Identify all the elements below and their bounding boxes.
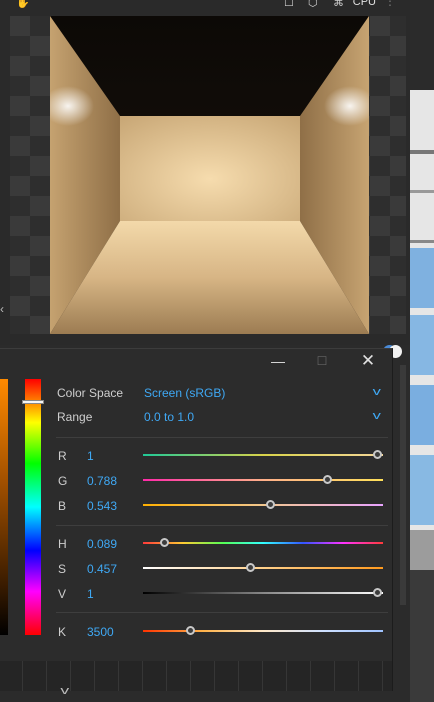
close-button[interactable]: ✕ bbox=[346, 349, 390, 373]
slider-knob-g[interactable] bbox=[323, 475, 333, 484]
channel-value-r[interactable]: 1 bbox=[87, 449, 94, 463]
teapot-icon[interactable]: ⬡ bbox=[308, 0, 318, 9]
chevron-down-icon[interactable]: v bbox=[373, 410, 381, 422]
panel-titlebar[interactable]: — ☐ ✕ bbox=[0, 349, 392, 373]
viewport-toolbar: ✋ ☐ ⬡ ⌘ CPU ⋮ bbox=[0, 0, 410, 16]
channel-label-r: R bbox=[58, 449, 67, 463]
slider-knob-s[interactable] bbox=[245, 563, 255, 572]
background-window bbox=[410, 90, 434, 702]
channel-label-b: B bbox=[58, 499, 67, 513]
slider-k[interactable] bbox=[143, 626, 383, 635]
hue-handle[interactable] bbox=[22, 399, 44, 404]
slider-knob-h[interactable] bbox=[159, 538, 169, 547]
slider-s[interactable] bbox=[143, 563, 383, 572]
color-space-label: Color Space bbox=[57, 386, 124, 400]
range-label: Range bbox=[57, 410, 93, 424]
slider-h[interactable] bbox=[143, 538, 383, 547]
more-icon[interactable]: ⋮ bbox=[384, 0, 396, 8]
square-icon[interactable]: ☐ bbox=[284, 0, 294, 9]
channel-label-g: G bbox=[58, 474, 68, 488]
hue-strip[interactable] bbox=[25, 379, 41, 635]
slider-b[interactable] bbox=[143, 500, 383, 509]
saturation-value-area[interactable] bbox=[0, 379, 8, 635]
channel-label-h: H bbox=[58, 537, 67, 551]
slider-knob-b[interactable] bbox=[266, 500, 276, 509]
range-dropdown[interactable]: 0.0 to 1.0 bbox=[144, 410, 194, 424]
channel-value-g[interactable]: 0.788 bbox=[87, 474, 117, 488]
slider-r[interactable] bbox=[143, 450, 383, 459]
slider-knob-v[interactable] bbox=[373, 588, 382, 597]
channel-value-v[interactable]: 1 bbox=[87, 587, 94, 601]
hand-icon[interactable]: ✋ bbox=[16, 0, 30, 9]
divider bbox=[56, 525, 388, 526]
channel-label-v: V bbox=[58, 587, 67, 601]
chevron-down-icon[interactable]: v bbox=[373, 386, 381, 398]
render-image bbox=[50, 16, 369, 334]
channel-label-s: S bbox=[58, 562, 67, 576]
chevron-down-icon[interactable]: v bbox=[60, 685, 69, 697]
render-device-label[interactable]: CPU bbox=[353, 0, 376, 8]
divider bbox=[56, 437, 388, 438]
channel-value-b[interactable]: 0.543 bbox=[87, 499, 117, 513]
render-mode-icon[interactable]: ⌘ bbox=[333, 0, 344, 9]
minimize-button[interactable]: — bbox=[256, 349, 300, 373]
slider-knob-k[interactable] bbox=[185, 626, 195, 635]
collapse-left-icon[interactable]: ‹ bbox=[0, 302, 4, 316]
channel-value-s[interactable]: 0.457 bbox=[87, 562, 117, 576]
render-viewport: ✋ ☐ ⬡ ⌘ CPU ⋮ ‹ bbox=[0, 0, 410, 345]
channel-label-k: K bbox=[58, 625, 67, 639]
color-space-dropdown[interactable]: Screen (sRGB) bbox=[144, 386, 225, 400]
channel-value-h[interactable]: 0.089 bbox=[87, 537, 117, 551]
slider-g[interactable] bbox=[143, 475, 383, 484]
slider-v[interactable] bbox=[143, 588, 383, 597]
channel-value-k[interactable]: 3500 bbox=[87, 625, 114, 639]
swatch-grid[interactable] bbox=[0, 661, 392, 691]
color-picker-panel: — ☐ ✕ Color Space Screen (sRGB) v Range … bbox=[0, 348, 393, 697]
slider-knob-r[interactable] bbox=[373, 450, 382, 459]
panel-scrollbar[interactable] bbox=[400, 365, 406, 605]
divider bbox=[56, 612, 388, 613]
maximize-button[interactable]: ☐ bbox=[300, 349, 344, 373]
